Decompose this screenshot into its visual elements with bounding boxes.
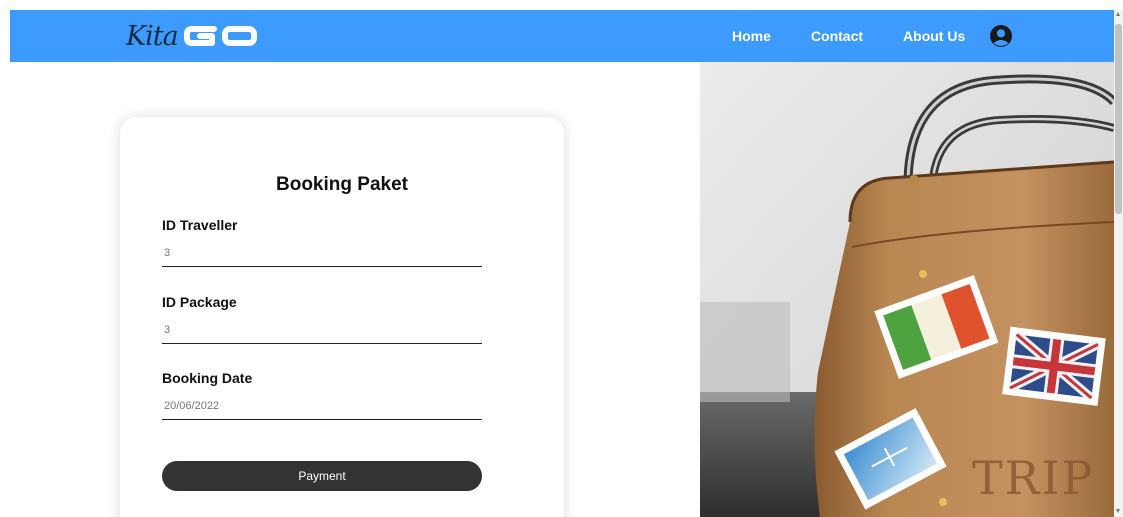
booking-title: Booking Paket bbox=[276, 174, 408, 195]
uk-stamp bbox=[1002, 326, 1106, 406]
logo-script-text: Kita bbox=[126, 20, 179, 52]
booking-date-label: Booking Date bbox=[162, 370, 253, 386]
booking-card: Booking Paket ID Traveller ID Package Bo… bbox=[120, 117, 564, 517]
suitcase-hero-image: TRIP bbox=[700, 62, 1114, 517]
id-traveller-label: ID Traveller bbox=[162, 217, 238, 233]
id-traveller-field: ID Traveller bbox=[162, 215, 482, 267]
navbar: Kita Home Contact About Us bbox=[10, 10, 1114, 62]
payment-button[interactable]: Payment bbox=[162, 461, 482, 491]
page-scrollbar[interactable] bbox=[1114, 10, 1123, 517]
trip-stamp-text: TRIP bbox=[972, 451, 1094, 505]
logo-go-mark bbox=[183, 26, 257, 46]
id-package-field: ID Package bbox=[162, 292, 482, 344]
user-circle-icon[interactable] bbox=[989, 24, 1013, 48]
nav-about-us[interactable]: About Us bbox=[903, 28, 965, 44]
page: Kita Home Contact About Us Booking Paket… bbox=[10, 10, 1114, 517]
booking-date-field: Booking Date bbox=[162, 368, 482, 420]
id-package-input[interactable] bbox=[162, 316, 482, 344]
nav-home[interactable]: Home bbox=[732, 28, 771, 44]
booking-date-input[interactable] bbox=[162, 392, 482, 420]
nav-contact[interactable]: Contact bbox=[811, 28, 863, 44]
scroll-thumb[interactable] bbox=[1115, 24, 1122, 214]
scroll-up-arrow-icon[interactable] bbox=[1116, 12, 1120, 16]
scroll-down-arrow-icon[interactable] bbox=[1116, 509, 1120, 513]
nav-links: Home Contact About Us bbox=[732, 10, 1013, 62]
logo[interactable]: Kita bbox=[126, 18, 258, 54]
id-package-label: ID Package bbox=[162, 294, 237, 310]
id-traveller-input[interactable] bbox=[162, 239, 482, 267]
